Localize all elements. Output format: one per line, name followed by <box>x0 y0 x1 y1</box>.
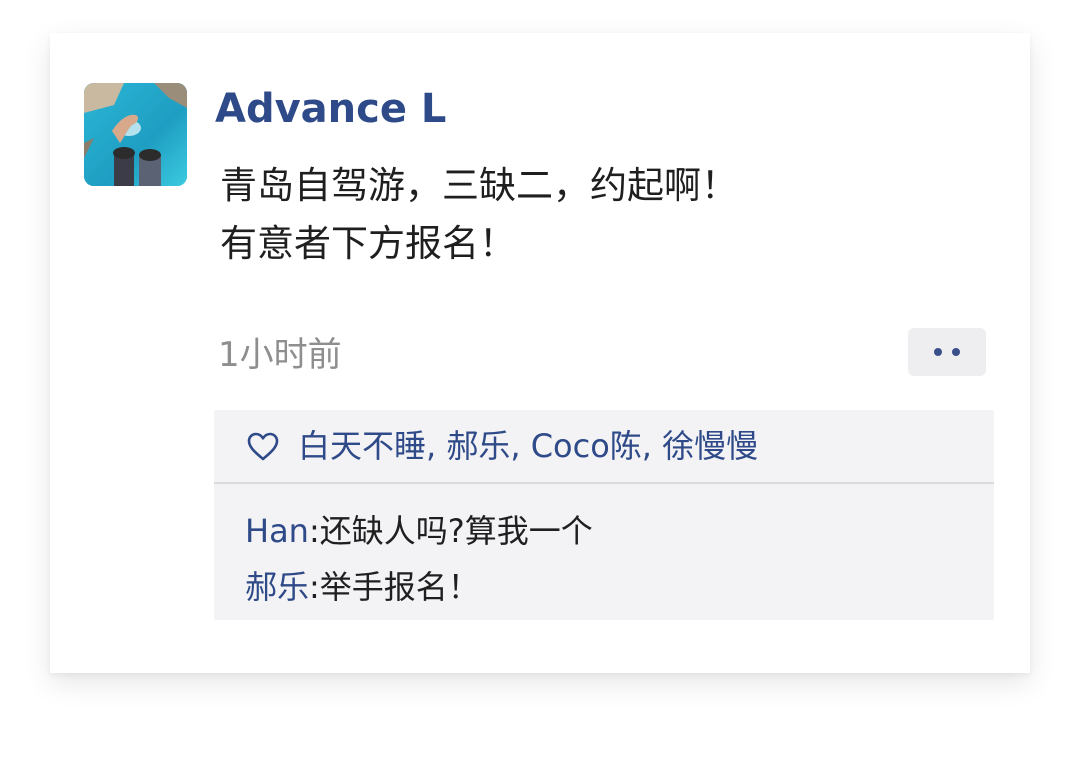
comment-author[interactable]: Han <box>245 512 309 550</box>
comment-separator: : <box>308 512 320 550</box>
comment-separator: : <box>309 568 320 606</box>
heart-outline-icon <box>247 432 279 461</box>
divider <box>214 482 994 484</box>
likes-names[interactable]: 白天不睡, 郝乐, Coco陈, 徐慢慢 <box>298 426 758 466</box>
post-timestamp: 1小时前 <box>218 335 342 375</box>
post-text-line: 有意者下方报名！ <box>220 222 516 265</box>
more-actions-button[interactable] <box>908 328 986 376</box>
likes-comments-panel: 白天不睡, 郝乐, Coco陈, 徐慢慢 Han:还缺人吗?算我一个 郝乐:举手… <box>214 410 994 620</box>
more-dots-icon <box>952 348 960 356</box>
comment-text: 还缺人吗?算我一个 <box>319 512 593 550</box>
page: Advance L 青岛自驾游，三缺二，约起啊！ 有意者下方报名！ 1小时前 白… <box>0 0 1080 757</box>
post-text-line: 青岛自驾游，三缺二，约起啊！ <box>220 164 738 207</box>
moment-post-card: Advance L 青岛自驾游，三缺二，约起啊！ 有意者下方报名！ 1小时前 白… <box>50 33 1030 673</box>
comments-list: Han:还缺人吗?算我一个 郝乐:举手报名！ <box>245 503 985 615</box>
post-text: 青岛自驾游，三缺二，约起啊！ 有意者下方报名！ <box>220 157 980 273</box>
author-name[interactable]: Advance L <box>215 83 446 135</box>
avatar-photo-image <box>84 83 187 186</box>
comment-author[interactable]: 郝乐 <box>245 568 309 606</box>
likes-row: 白天不睡, 郝乐, Coco陈, 徐慢慢 <box>214 410 994 482</box>
comment-text: 举手报名！ <box>319 568 480 606</box>
comment-item[interactable]: 郝乐:举手报名！ <box>245 559 985 615</box>
more-dots-icon <box>934 348 942 356</box>
avatar[interactable] <box>84 83 187 186</box>
comment-item[interactable]: Han:还缺人吗?算我一个 <box>245 503 985 559</box>
